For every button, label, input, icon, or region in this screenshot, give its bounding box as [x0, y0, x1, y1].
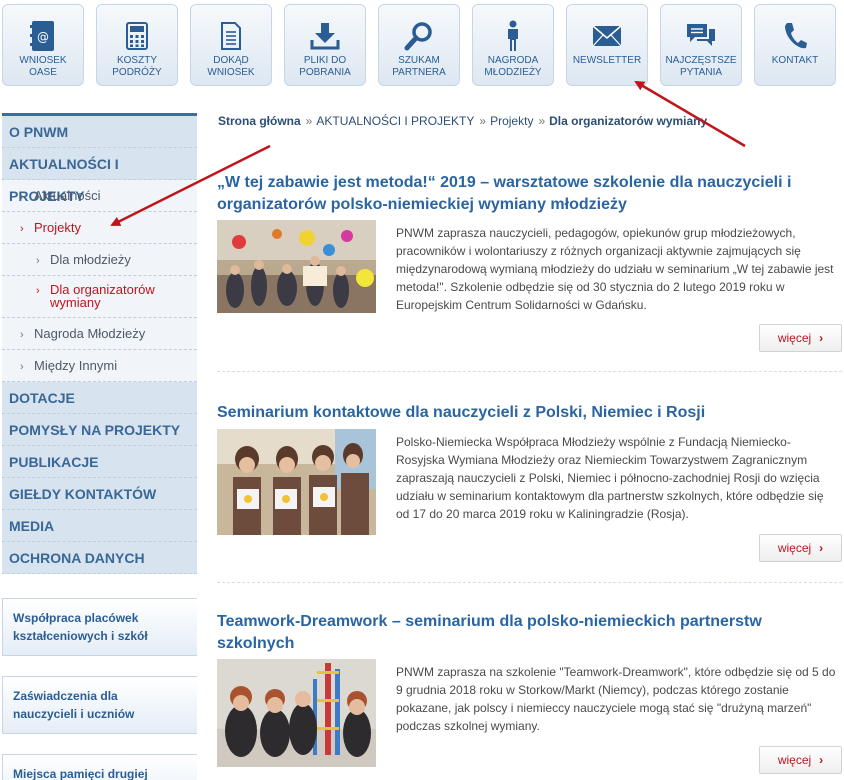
breadcrumb-level2[interactable]: Projekty [490, 114, 533, 128]
sidebar-item-dla-mlodziezy[interactable]: › Dla młodzieży [2, 244, 197, 276]
sidebar-item-gieldy-kontaktow[interactable]: GIEŁDY KONTAKTÓW [2, 478, 197, 510]
nav-dokad-wniosek[interactable]: DOKĄD WNIOSEK [190, 4, 272, 86]
sidebar-item-dotacje[interactable]: DOTACJE [2, 382, 197, 414]
nav-wniosek-oase[interactable]: @ WNIOSEK OASE [2, 4, 84, 86]
nav-label: NAGRODA MŁODZIEŻY [484, 55, 542, 78]
sidebar-item-dla-organizatorow-wymiany[interactable]: › Dla organizatorów wymiany [2, 276, 197, 318]
sidebar-item-miedzy-innymi[interactable]: › Między Innymi [2, 350, 197, 382]
sidebar-item-o-pnwm[interactable]: O PNWM [2, 116, 197, 148]
breadcrumb-separator: » [538, 114, 546, 128]
sidebar-item-aktualnosci-i-projekty[interactable]: AKTUALNOŚCI I PROJEKTY [2, 148, 197, 204]
person-icon [473, 19, 553, 53]
promo-label: Współpraca placówek kształceniowych i sz… [13, 611, 148, 643]
nav-label: KONTAKT [771, 55, 819, 66]
nav-koszty-podrozy[interactable]: KOSZTY PODRÓŻY [96, 4, 178, 86]
article-title[interactable]: „W tej zabawie jest metoda!“ 2019 – wars… [217, 172, 842, 216]
sidebar-item-media[interactable]: MEDIA [2, 510, 197, 542]
search-icon [379, 19, 459, 53]
address-book-icon: @ [3, 19, 83, 53]
sidebar-item-label: Dla organizatorów wymiany [50, 282, 155, 310]
nav-label: PLIKI DO POBRANIA [299, 55, 351, 78]
envelope-icon [567, 19, 647, 53]
nav-label: NAJCZĘSTSZE PYTANIA [665, 55, 737, 78]
nav-label: DOKĄD WNIOSEK [207, 55, 255, 78]
chat-bubbles-icon [661, 19, 741, 53]
more-label: więcej [777, 331, 812, 345]
phone-icon [755, 19, 835, 53]
more-button[interactable]: więcej › [759, 534, 842, 562]
article-item: „W tej zabawie jest metoda!“ 2019 – wars… [217, 172, 842, 362]
breadcrumb-separator: » [305, 114, 313, 128]
sidebar-item-publikacje[interactable]: PUBLIKACJE [2, 446, 197, 478]
sidebar-nav: O PNWM AKTUALNOŚCI I PROJEKTY › Aktualnoś… [2, 113, 197, 574]
article-item: Seminarium kontaktowe dla nauczycieli z … [217, 402, 842, 562]
divider [217, 582, 842, 583]
nav-pliki-do-pobrania[interactable]: PLIKI DO POBRANIA [284, 4, 366, 86]
sidebar-item-projekty[interactable]: › Projekty [2, 212, 197, 244]
article-excerpt: Polsko-Niemiecka Współpraca Młodzieży ws… [396, 435, 824, 521]
sidebar-item-label: Między Innymi [34, 358, 118, 373]
document-icon [191, 19, 271, 53]
chevron-right-icon: › [20, 191, 24, 203]
calculator-icon [97, 19, 177, 53]
sidebar-item-pomysly-na-projekty[interactable]: POMYSŁY NA PROJEKTY [2, 414, 197, 446]
article-photo-workshop[interactable] [217, 220, 376, 313]
more-button[interactable]: więcej › [759, 746, 842, 774]
nav-nagroda-mlodziezy[interactable]: NAGRODA MŁODZIEŻY [472, 4, 554, 86]
article-excerpt: PNWM zaprasza na szkolenie "Teamwork-Dre… [396, 665, 836, 733]
sidebar-item-label: Dla młodzieży [50, 252, 131, 267]
nav-label: SZUKAM PARTNERA [392, 55, 446, 78]
top-icon-nav: @ WNIOSEK OASE KOSZTY PODRÓŻY DOKĄD WNIO… [2, 4, 842, 86]
svg-text:@: @ [37, 30, 49, 44]
nav-label: KOSZTY PODRÓŻY [112, 55, 162, 78]
article-title[interactable]: Teamwork-Dreamwork – seminarium dla pols… [217, 611, 842, 655]
breadcrumb: Strona główna» AKTUALNOŚCI I PROJEKTY» Pro… [218, 114, 710, 128]
article-photo-teamwork[interactable] [217, 659, 376, 767]
more-label: więcej [777, 541, 812, 555]
sidebar-item-aktualnosci[interactable]: › Aktualności [2, 180, 197, 212]
chevron-right-icon: › [819, 753, 824, 767]
nav-kontakt[interactable]: KONTAKT [754, 4, 836, 86]
breadcrumb-home[interactable]: Strona główna [218, 114, 301, 128]
nav-label: NEWSLETTER [572, 55, 642, 66]
nav-newsletter[interactable]: NEWSLETTER [566, 4, 648, 86]
promo-wspolpraca-placowek[interactable]: Współpraca placówek kształceniowych i sz… [2, 598, 197, 656]
article-item: Teamwork-Dreamwork – seminarium dla pols… [217, 611, 842, 779]
chevron-right-icon: › [36, 285, 40, 297]
download-icon [285, 19, 365, 53]
promo-label: Zaświadczenia dla nauczycieli i uczniów [13, 689, 135, 721]
chevron-right-icon: › [20, 361, 24, 373]
nav-label: WNIOSEK OASE [19, 55, 67, 78]
divider [217, 371, 842, 372]
chevron-right-icon: › [819, 541, 824, 555]
more-button[interactable]: więcej › [759, 324, 842, 352]
article-excerpt: PNWM zaprasza nauczycieli, pedagogów, op… [396, 226, 834, 312]
article-title[interactable]: Seminarium kontaktowe dla nauczycieli z … [217, 402, 842, 424]
breadcrumb-separator: » [479, 114, 487, 128]
chevron-right-icon: › [36, 255, 40, 267]
more-label: więcej [777, 753, 812, 767]
chevron-right-icon: › [819, 331, 824, 345]
sidebar-item-label: Nagroda Młodzieży [34, 326, 146, 341]
promo-label: Miejsca pamięci drugiej [13, 767, 148, 780]
breadcrumb-level1[interactable]: AKTUALNOŚCI I PROJEKTY [316, 114, 474, 128]
promo-miejsca-pamieci[interactable]: Miejsca pamięci drugiej [2, 754, 197, 780]
chevron-right-icon: › [20, 223, 24, 235]
sidebar-item-label: Aktualności [34, 188, 101, 203]
chevron-right-icon: › [20, 329, 24, 341]
nav-szukam-partnera[interactable]: SZUKAM PARTNERA [378, 4, 460, 86]
promo-zaswiadczenia[interactable]: Zaświadczenia dla nauczycieli i uczniów [2, 676, 197, 734]
sidebar-item-label: Projekty [34, 220, 81, 235]
nav-najczestsze-pytania[interactable]: NAJCZĘSTSZE PYTANIA [660, 4, 742, 86]
article-photo-seminar[interactable] [217, 429, 376, 535]
sidebar-item-ochrona-danych[interactable]: OCHRONA DANYCH [2, 542, 197, 574]
sidebar-item-nagroda-mlodziezy[interactable]: › Nagroda Młodzieży [2, 318, 197, 350]
breadcrumb-current: Dla organizatorów wymiany [549, 114, 708, 128]
